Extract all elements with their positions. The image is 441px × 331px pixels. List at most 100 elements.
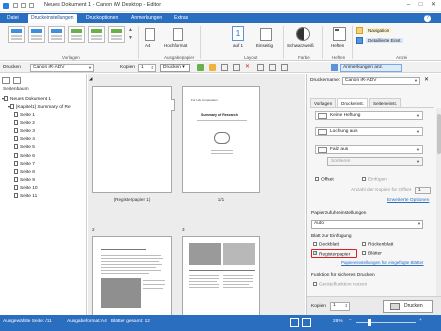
copies-input[interactable]: 1 ⇕ [138,63,156,72]
fit-page-icon[interactable] [290,318,299,327]
copy-icon[interactable] [221,64,228,71]
cover-checkbox-box[interactable] [313,242,317,246]
tree-page-item[interactable]: Seite 7 [14,160,35,167]
staple-icon[interactable] [333,27,346,41]
panel-scrollbar[interactable] [436,108,441,296]
tree-view-icon[interactable] [2,77,10,84]
redo-icon[interactable] [29,3,34,8]
secure-print-checkbox-box[interactable] [313,282,317,286]
detailed-settings-icon[interactable] [356,37,363,44]
panel-printer-select[interactable]: Canon iR-ADV ▼ [342,77,420,85]
tree-page-item[interactable]: Seite 9 [14,176,35,183]
thumbnail-view-icon[interactable] [13,77,21,84]
page-2-thumb[interactable] [92,236,172,318]
tree-root[interactable]: ▾ Neues Dokument 1 [2,96,51,102]
pages-per-sheet-label[interactable]: auf 1 [233,43,243,48]
zoom-in-icon[interactable]: + [419,318,422,323]
delete-icon[interactable]: ✕ [245,64,252,71]
detailed-settings-button[interactable]: Detaillierte Einst [366,38,403,43]
paper-source-select[interactable]: Auto ▼ [311,220,423,229]
paper-size-icon[interactable] [145,28,155,41]
color-mode-icon[interactable] [296,27,310,41]
tree-page-item[interactable]: Seite 1 [14,112,35,118]
navigation-button[interactable]: Navigation [366,28,392,33]
paste-icon[interactable] [233,64,240,71]
tab-druckeinstellungen[interactable]: Druckeinstellungen [28,14,77,23]
tree-page-item[interactable]: Seite 6 [14,152,35,159]
edit-icon[interactable] [209,64,216,71]
tree-page-item[interactable]: Seite 3 [14,128,35,134]
tab-paper-checkbox-box[interactable] [313,251,317,255]
tab-anmerkungen[interactable]: Anmerkungen [128,14,165,23]
staple-select[interactable]: Keine Heftung ▼ [315,111,423,120]
scrollbar-thumb[interactable] [436,114,441,154]
offset-checkbox-box[interactable] [315,177,319,181]
punch-select[interactable]: Lochung aus ▼ [315,127,423,136]
navigation-icon[interactable] [356,27,363,34]
sheets-checkbox-box[interactable] [362,251,366,255]
duplex-icon[interactable] [260,28,272,41]
cover-checkbox[interactable]: Deckblatt [313,242,339,248]
page-3-thumb[interactable] [182,236,260,318]
gallery-more-icon[interactable]: ▼ [128,35,134,45]
tab-seiteneinst[interactable]: Seiteneinst. [369,98,402,107]
insert-checkbox-box[interactable] [362,177,366,181]
split-icon[interactable] [269,64,276,71]
orientation-icon[interactable] [173,28,183,41]
back-cover-checkbox-box[interactable] [362,242,366,246]
panel-print-button[interactable]: Drucken [383,300,433,313]
preview-icon[interactable] [197,64,204,71]
template-thumb-1[interactable] [8,26,25,43]
back-cover-checkbox[interactable]: Rückenblatt [362,242,393,248]
color-mode-label[interactable]: Schwarzweiß [287,43,314,48]
page-1-thumb[interactable]: For Life Corporation Summary of Research [182,86,260,193]
duplex-label[interactable]: Einseitig [256,43,273,48]
tree-page-item[interactable]: Seite 2 [14,120,35,126]
insert-checkbox[interactable]: Einfügen [362,177,387,183]
tree-page-item[interactable]: Seite 11 [14,193,37,199]
stepper-icon[interactable]: ⇕ [151,65,154,71]
tab-settings-link[interactable]: Papiereinstellungen für eingefügte Blätt… [341,260,424,265]
tab-paper-page[interactable] [92,86,175,193]
tree-page-item[interactable]: Seite 5 [14,144,35,150]
template-thumb-3[interactable] [48,26,65,43]
tree-page-item[interactable]: Seite 4 [14,136,35,142]
offset-checkbox[interactable]: Offset [315,177,334,183]
tree-chapter[interactable]: ▾ [Kapitel1] Summary of Re [8,104,71,110]
secure-print-checkbox[interactable]: Geräteflunktion nutzen [313,282,367,288]
orientation-label[interactable]: Hochformat [164,43,187,48]
zoom-slider[interactable] [356,322,416,323]
tab-extras[interactable]: Extras [171,14,191,23]
tree-page-item[interactable]: Seite 10 [14,184,38,191]
fit-width-icon[interactable] [302,318,311,327]
zoom-slider-thumb[interactable] [368,319,371,326]
paper-size-label[interactable]: A4 [145,43,151,48]
maximize-button[interactable]: □ [415,1,426,10]
close-button[interactable]: ✕ [428,1,439,10]
zoom-out-icon[interactable]: − [349,318,352,323]
annotations-icon[interactable] [331,64,338,71]
template-thumb-6[interactable] [108,26,125,43]
print-button[interactable]: Drucken ▾ [160,63,190,72]
template-thumb-4[interactable] [68,26,85,43]
tree-page-item[interactable]: Seite 8 [14,168,35,175]
tab-druckoptionen[interactable]: Druckoptionen [83,14,121,23]
fold-select[interactable]: Falz aus ▼ [315,145,423,154]
advanced-options-link[interactable]: Erweiterte Optionen [387,198,429,203]
sort-select[interactable]: Sortieren ▼ [327,157,423,166]
undo-icon[interactable] [21,3,26,8]
panel-copies-input[interactable]: 1 ⇕ [330,302,350,311]
template-thumb-5[interactable] [88,26,105,43]
show-annotations-button[interactable]: Anmerkungen anz. [340,63,402,72]
template-thumb-2[interactable] [28,26,45,43]
tab-datei[interactable]: Datei [4,14,22,23]
merge-icon[interactable] [257,64,264,71]
pin-icon[interactable]: ◢ [89,76,94,81]
save-icon[interactable] [13,3,18,8]
tab-paper-checkbox[interactable]: Registerpapier [313,251,350,258]
stepper-icon[interactable]: ⇕ [345,303,348,309]
minimize-button[interactable]: – [403,1,414,10]
help-icon[interactable]: ? [424,15,431,22]
staple-label[interactable]: Heften [331,43,344,48]
offset-count-input[interactable]: 1 [415,186,431,194]
